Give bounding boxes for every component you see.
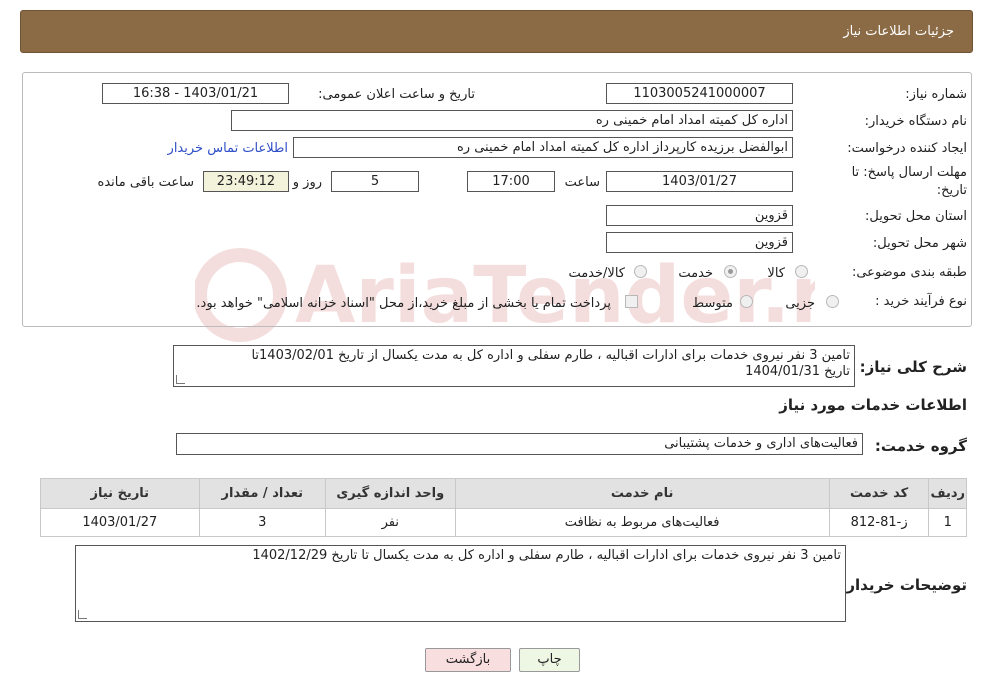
summary-textarea: تامین 3 نفر نیروی خدمات برای ادارات اقبا…: [173, 345, 855, 387]
deadline-time-field: 17:00: [467, 171, 555, 192]
col-header-qty: تعداد / مقدار: [198, 478, 327, 509]
purchase-medium-label: متوسط: [692, 296, 733, 311]
deadline-date-field: 1403/01/27: [606, 171, 793, 192]
purchase-minor-label: جزیی: [785, 296, 815, 311]
treasury-bonds-checkbox[interactable]: [625, 295, 638, 308]
announce-datetime-label: تاریخ و ساعت اعلان عمومی:: [318, 87, 475, 102]
service-group-field: فعالیت‌های اداری و خدمات پشتیبانی: [176, 433, 863, 455]
category-goods-radio[interactable]: [795, 265, 808, 278]
category-label: طبقه بندی موضوعی:: [851, 265, 967, 280]
cell-qty: 3: [198, 508, 327, 537]
remaining-time-field: 23:49:12: [203, 171, 289, 192]
page-header: جزئیات اطلاعات نیاز: [20, 10, 973, 53]
services-section-title: اطلاعات خدمات مورد نیاز: [779, 396, 967, 414]
back-button[interactable]: بازگشت: [425, 648, 511, 672]
category-goods-service-radio[interactable]: [634, 265, 647, 278]
announce-datetime-field: 1403/01/21 - 16:38: [102, 83, 289, 104]
services-table: ردیف کد خدمت نام خدمت واحد اندازه گیری ت…: [40, 478, 967, 537]
province-label: استان محل تحویل:: [865, 209, 967, 224]
notes-resize-grip[interactable]: [78, 610, 87, 619]
col-header-date: تاریخ نیاز: [40, 478, 200, 509]
buyer-contact-link[interactable]: اطلاعات تماس خریدار: [168, 141, 288, 156]
cell-code: ز-81-812: [828, 508, 930, 537]
deadline-label-date: تاریخ:: [936, 183, 967, 198]
province-field: قزوین: [606, 205, 793, 226]
buyer-org-field: اداره کل کمیته امداد امام خمینی ره: [231, 110, 793, 131]
deadline-days-field: 5: [331, 171, 419, 192]
col-header-index: ردیف: [928, 478, 967, 509]
deadline-time-label: ساعت: [564, 175, 600, 190]
category-service-radio[interactable]: [724, 265, 737, 278]
city-field: قزوین: [606, 232, 793, 253]
col-header-name: نام خدمت: [454, 478, 830, 509]
purchase-minor-radio[interactable]: [826, 295, 839, 308]
summary-label: شرح کلی نیاز:: [859, 358, 967, 376]
remaining-time-label: ساعت باقی مانده: [97, 175, 194, 190]
buyer-org-label: نام دستگاه خریدار:: [864, 114, 967, 129]
buyer-notes-label: توضیحات خریدار:: [840, 576, 967, 594]
table-row: 1 ز-81-812 فعالیت‌های مربوط به نظافت نفر…: [40, 508, 967, 537]
need-number-label: شماره نیاز:: [905, 87, 967, 102]
requester-label: ایجاد کننده درخواست:: [847, 141, 967, 156]
treasury-bonds-note: پرداخت تمام یا بخشی از مبلغ خرید،از محل …: [196, 296, 611, 311]
cell-date: 1403/01/27: [40, 508, 200, 537]
need-number-field: 1103005241000007: [606, 83, 793, 104]
page-title: جزئیات اطلاعات نیاز: [843, 24, 954, 39]
cell-name: فعالیت‌های مربوط به نظافت: [454, 508, 830, 537]
col-header-unit: واحد اندازه گیری: [325, 478, 456, 509]
summary-line-2: تاریخ 1404/01/31: [745, 364, 850, 379]
deadline-days-label: روز و: [292, 175, 322, 190]
category-service-label: خدمت: [678, 266, 713, 281]
buyer-notes-text: تامین 3 نفر نیروی خدمات برای ادارات اقبا…: [252, 548, 841, 563]
city-label: شهر محل تحویل:: [872, 236, 967, 251]
category-goods-label: کالا: [767, 266, 785, 281]
cell-index: 1: [928, 508, 967, 537]
category-goods-service-label: کالا/خدمت: [568, 266, 625, 281]
table-header-row: ردیف کد خدمت نام خدمت واحد اندازه گیری ت…: [40, 478, 967, 509]
summary-line-1: تامین 3 نفر نیروی خدمات برای ادارات اقبا…: [251, 348, 850, 363]
deadline-label: مهلت ارسال پاسخ: تا: [851, 165, 967, 180]
cell-unit: نفر: [325, 508, 456, 537]
print-button[interactable]: چاپ: [519, 648, 580, 672]
buyer-notes-textarea: تامین 3 نفر نیروی خدمات برای ادارات اقبا…: [75, 545, 846, 622]
service-group-label: گروه خدمت:: [874, 437, 967, 455]
col-header-code: کد خدمت: [828, 478, 930, 509]
purchase-type-label: نوع فرآیند خرید :: [875, 294, 967, 309]
resize-grip[interactable]: [176, 375, 185, 384]
requester-field: ابوالفضل برزیده کارپرداز اداره کل کمیته …: [293, 137, 793, 158]
purchase-medium-radio[interactable]: [740, 295, 753, 308]
